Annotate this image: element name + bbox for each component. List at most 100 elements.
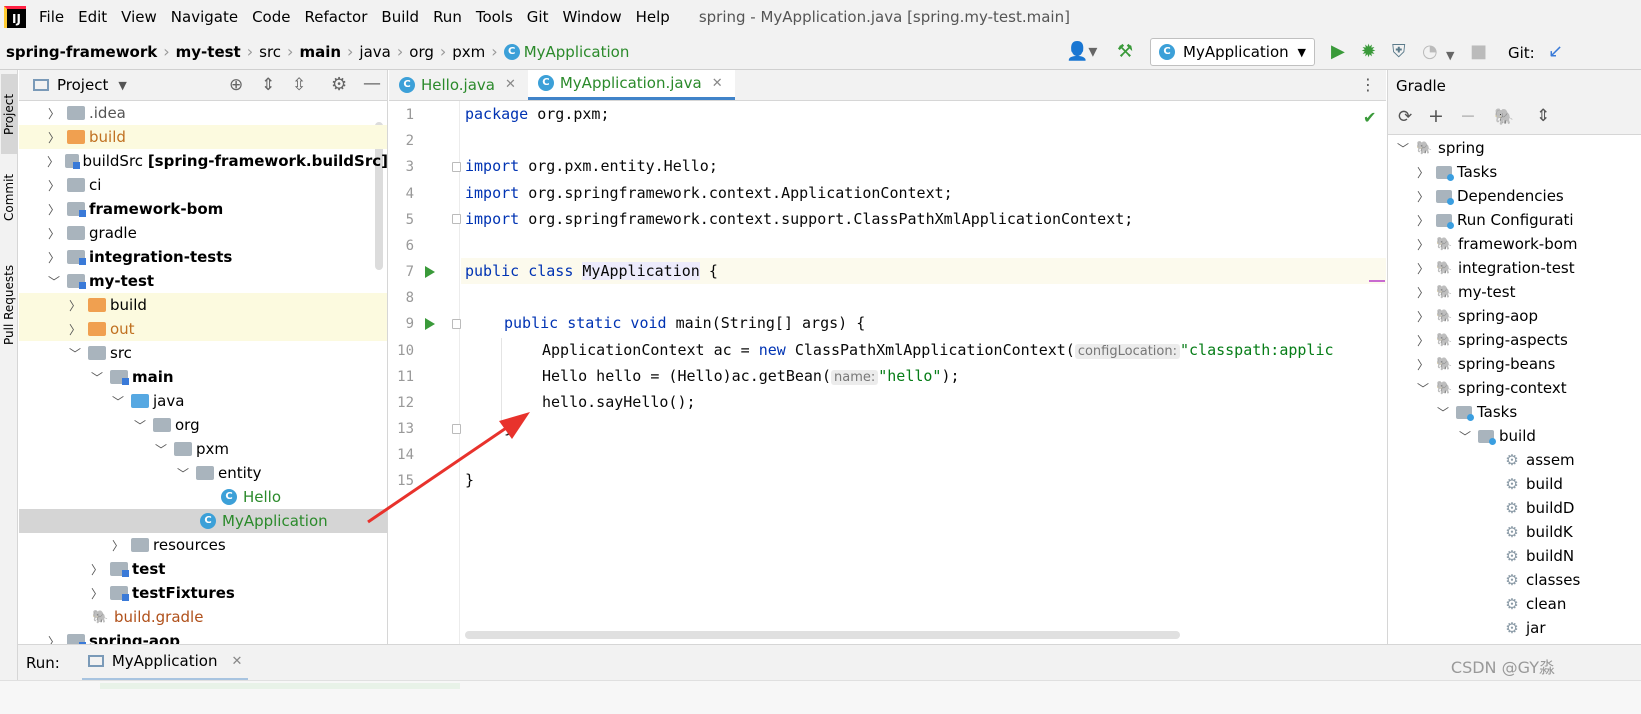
chevron-down-icon[interactable]: ﹀ — [176, 465, 190, 482]
fold-marker-icon[interactable] — [452, 319, 461, 329]
chevron-down-icon[interactable]: ﹀ — [1396, 140, 1410, 157]
gradle-task-clean[interactable]: ⚙ clean — [1504, 592, 1566, 616]
tree-item-my-test[interactable]: ﹀ my-test — [19, 269, 387, 293]
gear-icon[interactable]: ⚙ — [331, 74, 347, 95]
chevron-right-icon[interactable]: 〉 — [68, 297, 82, 314]
breadcrumb-src[interactable]: src — [253, 43, 287, 61]
code-line-13[interactable]: } — [504, 419, 513, 437]
breadcrumb-main[interactable]: main — [293, 43, 347, 61]
add-icon[interactable]: + — [1428, 105, 1444, 127]
chevron-down-icon[interactable]: ﹀ — [1436, 404, 1450, 421]
chevron-right-icon[interactable]: 〉 — [1416, 260, 1430, 277]
code-line-12[interactable]: hello.sayHello(); — [542, 393, 696, 411]
gradle-task-assemble[interactable]: ⚙ assem — [1504, 448, 1574, 472]
locate-icon[interactable]: ⊕ — [229, 75, 243, 95]
menu-navigate[interactable]: Navigate — [164, 0, 245, 34]
chevron-right-icon[interactable]: 〉 — [1416, 164, 1430, 181]
run-gutter-icon[interactable] — [425, 318, 435, 330]
stop-icon[interactable]: ■ — [1470, 42, 1487, 62]
tree-item-pxm[interactable]: ﹀ pxm — [19, 437, 387, 461]
menu-git[interactable]: Git — [520, 0, 556, 34]
gradle-item-spring[interactable]: ﹀ 🐘 spring — [1396, 136, 1485, 160]
menu-tools[interactable]: Tools — [469, 0, 520, 34]
gradle-task-buildk[interactable]: ⚙ buildK — [1504, 520, 1572, 544]
expand-all-icon[interactable]: ⇕ — [1536, 106, 1550, 126]
project-panel-title[interactable]: Project — [57, 76, 108, 94]
chevron-right-icon[interactable]: 〉 — [47, 225, 61, 242]
code-line-15[interactable]: } — [465, 471, 474, 489]
fold-marker-icon[interactable] — [452, 214, 461, 224]
fold-marker-icon[interactable] — [452, 162, 461, 172]
tree-item-spring-aop[interactable]: 〉 spring-aop — [19, 629, 387, 645]
chevron-right-icon[interactable]: 〉 — [1416, 356, 1430, 373]
breadcrumb-pxm[interactable]: pxm — [446, 43, 491, 61]
gradle-item-tasks[interactable]: 〉 Tasks — [1416, 160, 1497, 184]
remove-icon[interactable]: − — [1460, 105, 1476, 127]
close-icon[interactable]: ✕ — [231, 654, 242, 669]
tree-item-buildsrc[interactable]: 〉 buildSrc [spring-framework.buildSrc] — [19, 149, 387, 173]
menu-refactor[interactable]: Refactor — [297, 0, 374, 34]
chevron-right-icon[interactable]: 〉 — [90, 561, 104, 578]
tree-item-integration-tests[interactable]: 〉 integration-tests — [19, 245, 387, 269]
tree-item-myapplication[interactable]: C MyApplication — [19, 509, 387, 533]
tab-pull-requests[interactable]: Pull Requests — [1, 255, 17, 355]
tree-item-build[interactable]: 〉 build — [19, 125, 387, 149]
menu-view[interactable]: View — [114, 0, 164, 34]
chevron-right-icon[interactable]: 〉 — [90, 585, 104, 602]
tree-item-src[interactable]: ﹀ src — [19, 341, 387, 365]
gradle-elephant-icon[interactable]: 🐘 — [1494, 107, 1514, 126]
code-line-10[interactable]: ApplicationContext ac = new ClassPathXml… — [542, 341, 1334, 359]
gradle-item-spring-aspects[interactable]: 〉 🐘 spring-aspects — [1416, 328, 1568, 352]
menu-file[interactable]: File — [32, 0, 71, 34]
chevron-down-icon[interactable]: ﹀ — [1416, 380, 1430, 397]
chevron-right-icon[interactable]: 〉 — [1416, 284, 1430, 301]
code-line-4[interactable]: import org.springframework.context.Appli… — [465, 184, 953, 202]
tree-item-test[interactable]: 〉 test — [19, 557, 387, 581]
chevron-down-icon[interactable]: ▼ — [118, 79, 126, 92]
gradle-item-framework-bom[interactable]: 〉 🐘 framework-bom — [1416, 232, 1578, 256]
run-configuration-select[interactable]: C MyApplication ▼ — [1150, 38, 1315, 66]
tree-item-hello[interactable]: C Hello — [19, 485, 387, 509]
collapse-all-icon[interactable]: ⇳ — [292, 75, 306, 95]
tab-commit[interactable]: Commit — [1, 162, 17, 232]
gradle-item-context-tasks[interactable]: ﹀ Tasks — [1436, 400, 1517, 424]
gradle-task-buildd[interactable]: ⚙ buildD — [1504, 496, 1574, 520]
gradle-task-build[interactable]: ⚙ build — [1504, 472, 1563, 496]
chevron-right-icon[interactable]: 〉 — [47, 105, 61, 122]
chevron-right-icon[interactable]: 〉 — [47, 249, 61, 266]
editor-horizontal-scrollbar[interactable] — [465, 631, 1180, 639]
chevron-down-icon[interactable]: ﹀ — [47, 273, 61, 290]
fold-marker-icon[interactable] — [452, 424, 461, 434]
tree-item-idea[interactable]: 〉 .idea — [19, 101, 387, 125]
tree-item-java[interactable]: ﹀ java — [19, 389, 387, 413]
expand-all-icon[interactable]: ⇕ — [261, 75, 275, 95]
tree-item-ci[interactable]: 〉 ci — [19, 173, 387, 197]
chevron-down-icon[interactable]: ﹀ — [154, 441, 168, 458]
tree-item-out[interactable]: 〉 out — [19, 317, 387, 341]
menu-run[interactable]: Run — [426, 0, 469, 34]
build-hammer-icon[interactable]: ⚒ — [1117, 42, 1133, 62]
more-run-icon[interactable]: ▼ — [1446, 46, 1454, 66]
chevron-down-icon[interactable]: ﹀ — [90, 369, 104, 386]
coverage-icon[interactable]: ⛨ — [1392, 42, 1406, 62]
profile-icon[interactable]: ◔ — [1422, 42, 1438, 62]
chevron-right-icon[interactable]: 〉 — [1416, 308, 1430, 325]
breadcrumb-myapplication[interactable]: C MyApplication — [498, 43, 636, 61]
run-gutter-icon[interactable] — [425, 266, 435, 278]
chevron-right-icon[interactable]: 〉 — [47, 633, 61, 645]
close-icon[interactable]: ✕ — [505, 77, 516, 92]
chevron-down-icon[interactable]: ﹀ — [133, 417, 147, 434]
chevron-right-icon[interactable]: 〉 — [1416, 236, 1430, 253]
chevron-right-icon[interactable]: 〉 — [111, 537, 125, 554]
run-tab-myapplication[interactable]: MyApplication ✕ — [81, 645, 249, 681]
gradle-task-jar[interactable]: ⚙ jar — [1504, 616, 1545, 640]
menu-build[interactable]: Build — [374, 0, 426, 34]
no-problems-check-icon[interactable]: ✔ — [1363, 108, 1376, 127]
chevron-right-icon[interactable]: 〉 — [47, 201, 61, 218]
chevron-right-icon[interactable]: 〉 — [47, 177, 61, 194]
run-icon[interactable]: ▶ — [1331, 42, 1345, 62]
chevron-down-icon[interactable]: ﹀ — [1458, 428, 1472, 445]
chevron-right-icon[interactable]: 〉 — [1416, 332, 1430, 349]
code-line-5[interactable]: import org.springframework.context.suppo… — [465, 210, 1133, 228]
gradle-task-classes[interactable]: ⚙ classes — [1504, 568, 1580, 592]
